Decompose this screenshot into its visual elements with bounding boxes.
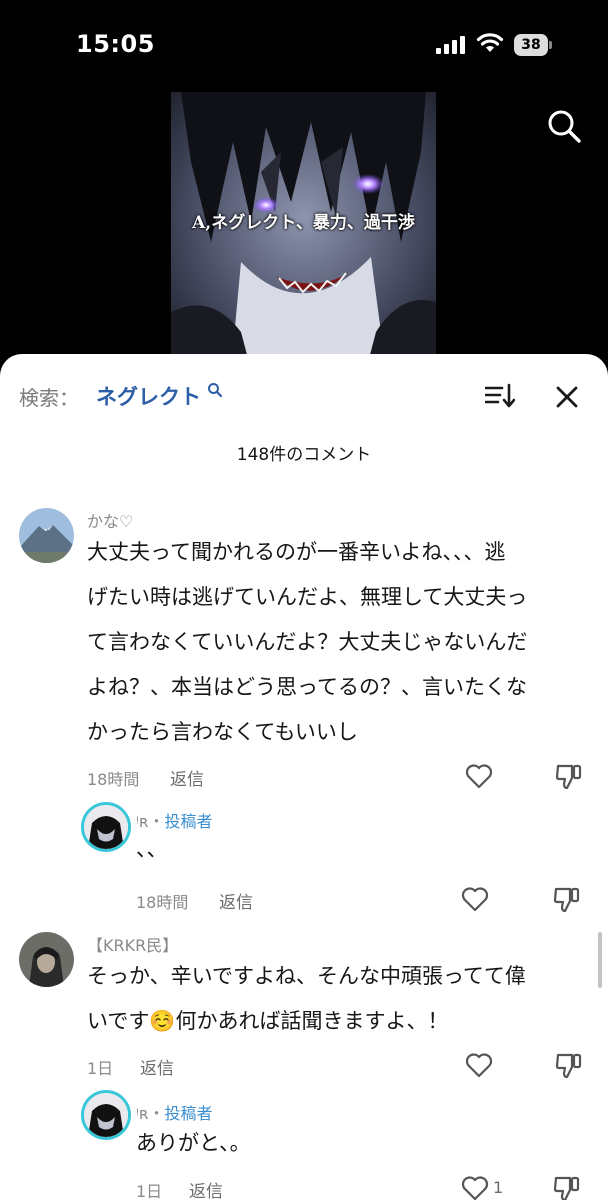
avatar[interactable] [19, 932, 74, 987]
status-bar: 15:05 38 [0, 0, 608, 90]
comment-username[interactable]: かな♡ [87, 508, 133, 532]
reply-time: 1日 [136, 1182, 163, 1200]
scrollbar[interactable] [598, 932, 602, 988]
comment-text-line: いです☺️何かあれば話聞きますよ、！ [87, 1009, 449, 1033]
reply-text: 、、 [136, 837, 168, 861]
comment-text-line: かったら言わなくてもいいし [87, 720, 358, 744]
sort-icon[interactable] [485, 383, 515, 409]
video-caption: A,ネグレクト、暴力、過干渉 [192, 213, 415, 233]
reply-button[interactable]: 返信 [189, 1177, 223, 1200]
thumbs-down-icon[interactable] [553, 885, 581, 913]
comment-count: 148件のコメント [236, 445, 372, 465]
comment-text-line: 大丈夫って聞かれるのが一番辛いよね、、、逃 [87, 540, 506, 564]
author-name: ᵎʀ・ [136, 812, 165, 831]
thumbs-down-icon[interactable] [555, 1051, 583, 1079]
comment-username[interactable]: 【KRKR民】 [87, 932, 178, 956]
thumbs-down-icon[interactable] [555, 762, 583, 790]
battery-icon: 38 [514, 34, 552, 56]
video-player[interactable]: A,ネグレクト、暴力、過干渉 [0, 90, 608, 370]
avatar[interactable] [19, 508, 74, 563]
reply-text: ありがと、。 [136, 1131, 251, 1155]
author-avatar[interactable] [81, 1090, 131, 1140]
author-avatar[interactable] [81, 802, 131, 852]
video-thumbnail[interactable]: A,ネグレクト、暴力、過干渉 [171, 92, 436, 370]
reply-username[interactable]: ᵎʀ・投稿者 [136, 1100, 213, 1124]
comment-text-line: そっか、辛いですよね、そんな中頑張ってて偉 [87, 964, 526, 988]
heart-icon[interactable] [461, 1175, 489, 1200]
comment-time: 18時間 [87, 770, 140, 789]
status-time: 15:05 [76, 30, 155, 58]
cellular-signal-icon [436, 36, 465, 54]
author-badge: 投稿者 [164, 812, 213, 831]
battery-level: 38 [514, 34, 548, 56]
reply-time: 18時間 [136, 893, 189, 912]
thumbs-down-icon[interactable] [553, 1174, 581, 1200]
reply-button[interactable]: 返信 [140, 1054, 174, 1079]
reply-button[interactable]: 返信 [170, 765, 204, 790]
reply-button[interactable]: 返信 [219, 888, 253, 913]
heart-icon[interactable] [461, 886, 489, 912]
reply-username[interactable]: ᵎʀ・投稿者 [136, 808, 213, 832]
search-term-link[interactable]: ネグレクト [96, 381, 201, 411]
search-icon[interactable] [207, 382, 223, 398]
comment-text-line: よね？、本当はどう思ってるの？、言いたくな [87, 675, 527, 699]
comment-text-line: げたい時は逃げていんだよ、無理して大丈夫っ [87, 585, 528, 609]
heart-icon[interactable] [465, 763, 493, 789]
search-icon[interactable] [546, 108, 582, 144]
author-badge: 投稿者 [164, 1104, 213, 1123]
close-icon[interactable] [554, 384, 580, 410]
comment-time: 1日 [87, 1059, 114, 1078]
comments-sheet: 検索： ネグレクト 148件のコメント かな♡ 大丈夫って聞かれるのが一番辛いよ… [0, 354, 608, 1200]
like-count: 1 [493, 1178, 504, 1197]
heart-icon[interactable] [465, 1052, 493, 1078]
author-name: ᵎʀ・ [136, 1104, 165, 1123]
comment-text-line: て言わなくていいんだよ？大丈夫じゃないんだ [87, 630, 528, 654]
comments-header: 検索： ネグレクト [0, 376, 608, 416]
wifi-icon [476, 33, 504, 52]
search-label: 検索： [19, 386, 79, 410]
